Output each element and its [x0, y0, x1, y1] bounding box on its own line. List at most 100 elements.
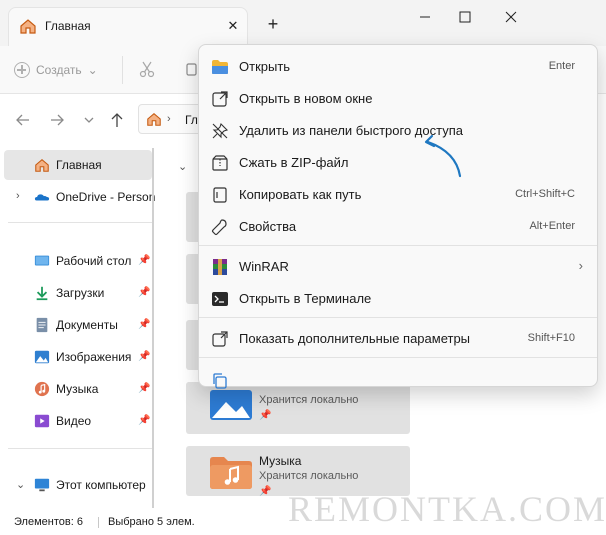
menu-item-shortcut: Enter — [548, 60, 575, 72]
winrar-icon — [213, 259, 227, 275]
back-arrow-icon[interactable] — [14, 112, 32, 128]
sidebar-item-label: Изображения — [56, 350, 132, 364]
status-divider — [98, 517, 99, 528]
menu-item-open[interactable]: Открыть Enter — [205, 51, 593, 81]
home-icon — [147, 112, 161, 126]
tab-title: Главная — [45, 19, 91, 33]
tab-close-icon[interactable]: ✕ — [223, 16, 243, 36]
menu-item-shortcut: Alt+Enter — [529, 220, 575, 232]
pin-icon: 📌 — [259, 410, 272, 421]
maximize-icon[interactable] — [448, 6, 482, 28]
menu-item-shortcut: Shift+F10 — [527, 332, 575, 344]
copy-icon[interactable] — [211, 372, 229, 390]
sidebar-item-videos[interactable]: Видео 📌 — [4, 406, 152, 436]
menu-item-open-new-window[interactable]: Открыть в новом окне — [205, 83, 593, 113]
music-folder-icon — [210, 457, 252, 489]
sidebar-item-label: Музыка — [56, 382, 99, 396]
navigation-pane: Главная › OneDrive - Person Рабочий стол… — [0, 146, 160, 508]
context-menu: Открыть Enter Открыть в новом окне Удали… — [198, 44, 598, 390]
annotation-arrow — [424, 134, 462, 178]
item-count: Элементов: 6 — [14, 516, 83, 528]
unpin-icon — [212, 122, 229, 139]
new-window-icon — [212, 91, 228, 107]
sidebar-divider — [8, 448, 152, 449]
menu-item-copy-as-path[interactable]: Копировать как путь Ctrl+Shift+C — [205, 179, 593, 209]
sidebar-item-documents[interactable]: Документы 📌 — [4, 310, 152, 340]
pin-icon: 📌 — [138, 383, 151, 394]
desktop-icon — [34, 255, 50, 266]
downloads-icon — [36, 286, 48, 301]
pin-icon: 📌 — [138, 319, 151, 330]
sidebar-item-home[interactable]: Главная — [4, 150, 152, 180]
plus-icon — [14, 62, 30, 78]
recent-chevron-icon[interactable] — [80, 112, 98, 128]
chevron-down-icon: ⌄ — [87, 63, 98, 77]
zip-icon — [212, 155, 228, 171]
onedrive-icon — [34, 194, 50, 201]
minimize-icon[interactable] — [408, 6, 442, 28]
sidebar-item-pictures[interactable]: Изображения 📌 — [4, 342, 152, 372]
sidebar-item-label: Документы — [56, 318, 118, 332]
sidebar-item-label: Этот компьютер — [56, 478, 146, 492]
menu-item-compress-zip[interactable]: Сжать в ZIP-файл — [205, 147, 593, 177]
menu-item-label: Показать дополнительные параметры — [239, 331, 471, 346]
pin-icon: 📌 — [138, 287, 151, 298]
chevron-down-icon[interactable]: ⌄ — [178, 160, 187, 173]
menu-item-open-terminal[interactable]: Открыть в Терминале — [205, 283, 593, 313]
title-bar: Главная ✕ + — [0, 0, 606, 46]
tile-storage-status: Хранится локально — [259, 470, 359, 482]
menu-divider — [199, 245, 597, 246]
sidebar-item-label: Видео — [56, 414, 92, 428]
submenu-arrow-icon: › — [578, 258, 583, 273]
selection-count: Выбрано 5 элем. — [108, 516, 195, 528]
menu-divider — [199, 357, 597, 358]
cut-icon[interactable] — [138, 60, 156, 78]
menu-item-properties[interactable]: Свойства Alt+Enter — [205, 211, 593, 241]
watermark: REMONTKA.COM — [288, 489, 606, 529]
sidebar-divider — [8, 222, 152, 223]
copy-path-icon — [213, 187, 227, 203]
videos-icon — [34, 414, 50, 428]
sidebar-item-label: Главная — [56, 158, 102, 172]
menu-item-winrar[interactable]: WinRAR › — [205, 251, 593, 281]
chevron-down-icon[interactable]: ⌄ — [16, 478, 25, 491]
menu-divider — [199, 317, 597, 318]
properties-icon — [211, 219, 227, 236]
sidebar-item-label: OneDrive - Person — [56, 190, 156, 204]
menu-item-show-more-options[interactable]: Показать дополнительные параметры Shift+… — [205, 323, 593, 353]
menu-item-label: Открыть — [239, 59, 291, 74]
music-icon — [34, 381, 50, 397]
home-icon — [35, 158, 49, 172]
breadcrumb-chevron-icon: › — [167, 113, 171, 125]
pin-icon: 📌 — [259, 486, 272, 497]
menu-item-label: Сжать в ZIP-файл — [239, 155, 349, 170]
menu-item-unpin-quick-access[interactable]: Удалить из панели быстрого доступа — [205, 115, 593, 145]
menu-item-shortcut: Ctrl+Shift+C — [515, 188, 575, 200]
new-tab-button[interactable]: + — [262, 14, 284, 36]
sidebar-item-desktop[interactable]: Рабочий стол 📌 — [4, 246, 152, 276]
menu-item-label: Открыть в Терминале — [239, 291, 372, 306]
tile-name: Музыка — [259, 454, 302, 468]
close-icon[interactable] — [494, 6, 528, 28]
menu-item-label: WinRAR — [239, 259, 289, 274]
create-button[interactable]: Создать ⌄ — [14, 58, 98, 82]
tab-home[interactable]: Главная ✕ — [8, 7, 248, 46]
sidebar-item-downloads[interactable]: Загрузки 📌 — [4, 278, 152, 308]
chevron-right-icon[interactable]: › — [16, 190, 20, 202]
folder-open-icon — [212, 60, 228, 74]
pin-icon: 📌 — [138, 415, 151, 426]
menu-item-label: Свойства — [239, 219, 297, 234]
sidebar-item-onedrive[interactable]: › OneDrive - Person — [4, 182, 156, 212]
pictures-folder-icon — [210, 390, 252, 420]
documents-icon — [36, 317, 48, 333]
sidebar-item-music[interactable]: Музыка 📌 — [4, 374, 152, 404]
home-icon — [20, 19, 36, 34]
up-arrow-icon[interactable] — [108, 112, 126, 128]
forward-arrow-icon[interactable] — [48, 112, 66, 128]
sidebar-item-this-pc[interactable]: ⌄ Этот компьютер — [4, 470, 152, 500]
sidebar-scrollbar[interactable] — [152, 148, 154, 508]
create-label: Создать — [36, 63, 82, 77]
pictures-icon — [34, 350, 50, 364]
this-pc-icon — [34, 478, 50, 492]
toolbar-divider — [122, 56, 123, 84]
